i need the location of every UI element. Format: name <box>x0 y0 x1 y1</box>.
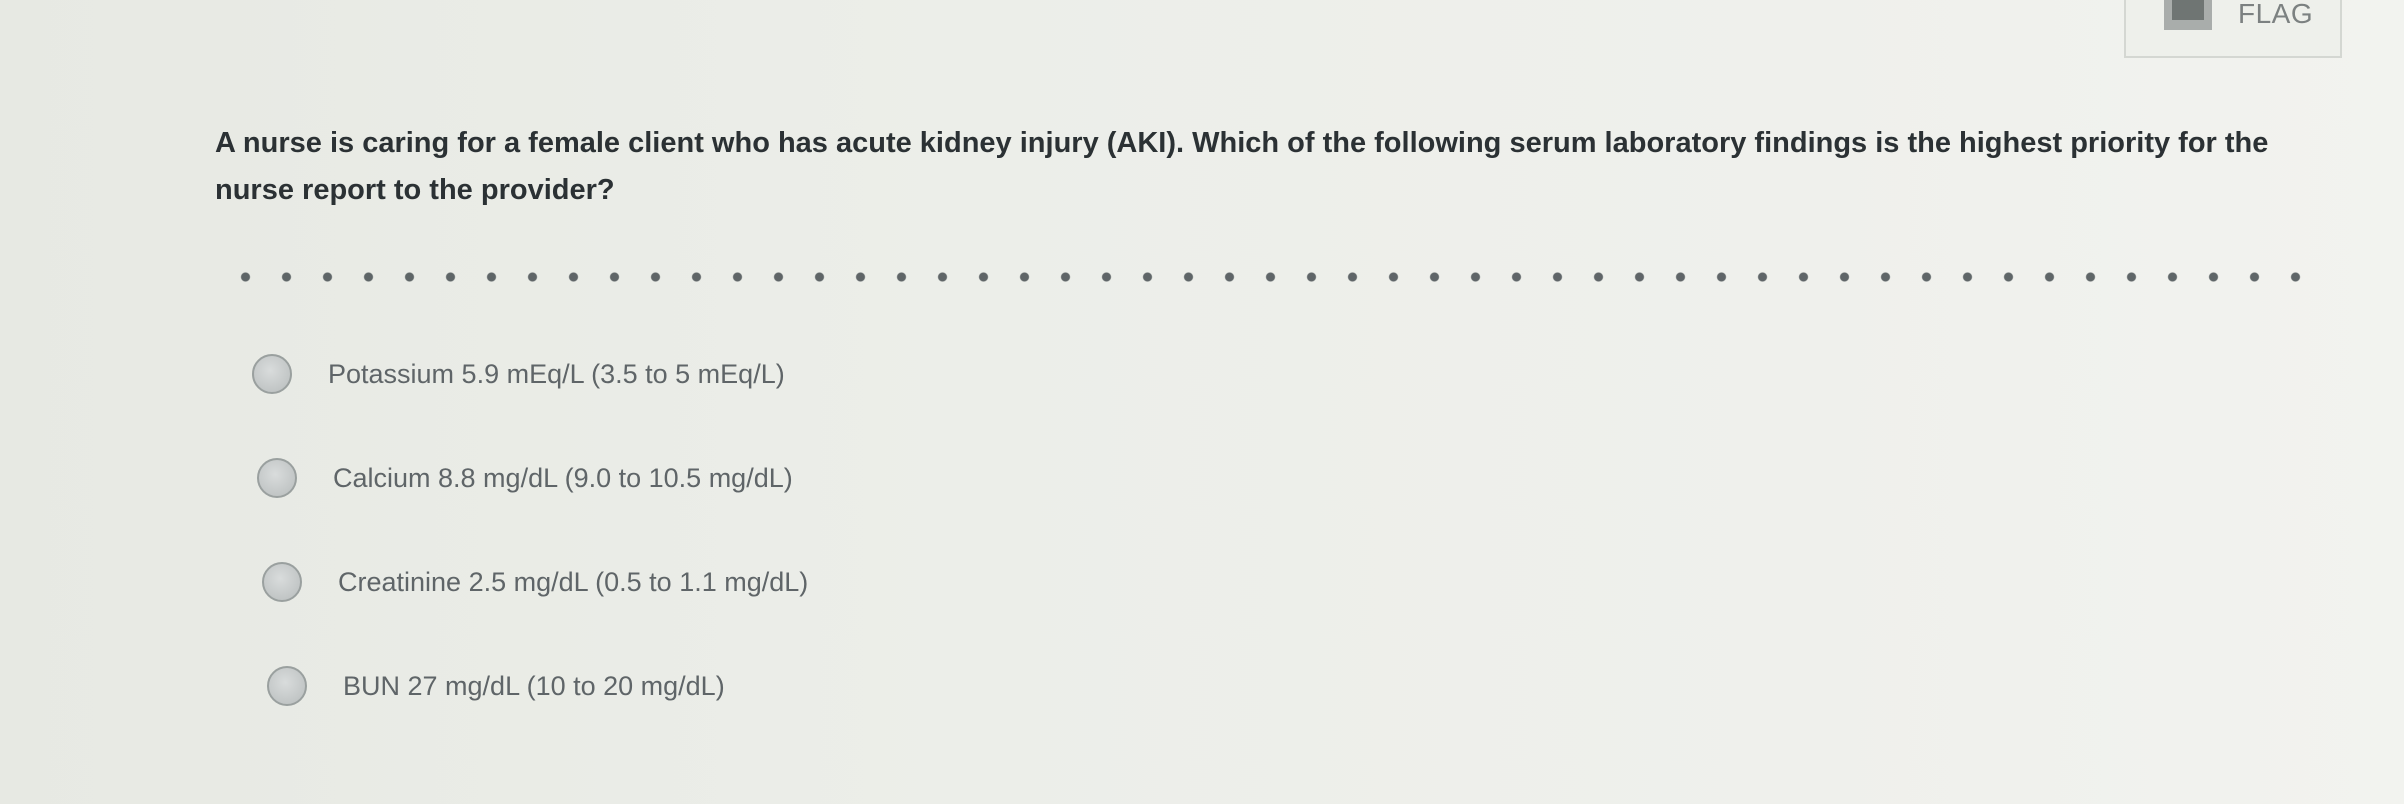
radio-button[interactable] <box>262 562 302 602</box>
answer-option[interactable]: BUN 27 mg/dL (10 to 20 mg/dL) <box>267 662 1452 766</box>
answer-option[interactable]: Calcium 8.8 mg/dL (9.0 to 10.5 mg/dL) <box>257 454 1452 558</box>
answer-option[interactable]: Creatinine 2.5 mg/dL (0.5 to 1.1 mg/dL) <box>262 558 1452 662</box>
radio-button[interactable] <box>257 458 297 498</box>
answer-option-label: Calcium 8.8 mg/dL (9.0 to 10.5 mg/dL) <box>333 463 793 493</box>
dotted-divider <box>225 271 2325 283</box>
question-text: A nurse is caring for a female client wh… <box>215 127 2269 206</box>
radio-button[interactable] <box>267 666 307 706</box>
answer-option-label: BUN 27 mg/dL (10 to 20 mg/dL) <box>343 671 725 701</box>
flag-button[interactable]: FLAG <box>2124 0 2342 58</box>
question-page: FLAG A nurse is caring for a female clie… <box>0 0 2404 804</box>
answer-options: Potassium 5.9 mEq/L (3.5 to 5 mEq/L) Cal… <box>252 350 1452 766</box>
answer-option-label: Potassium 5.9 mEq/L (3.5 to 5 mEq/L) <box>328 359 785 389</box>
bookmark-icon <box>2164 0 2212 30</box>
answer-option-label: Creatinine 2.5 mg/dL (0.5 to 1.1 mg/dL) <box>338 567 809 597</box>
answer-option[interactable]: Potassium 5.9 mEq/L (3.5 to 5 mEq/L) <box>252 350 1452 454</box>
radio-button[interactable] <box>252 354 292 394</box>
flag-label: FLAG <box>2238 0 2314 29</box>
